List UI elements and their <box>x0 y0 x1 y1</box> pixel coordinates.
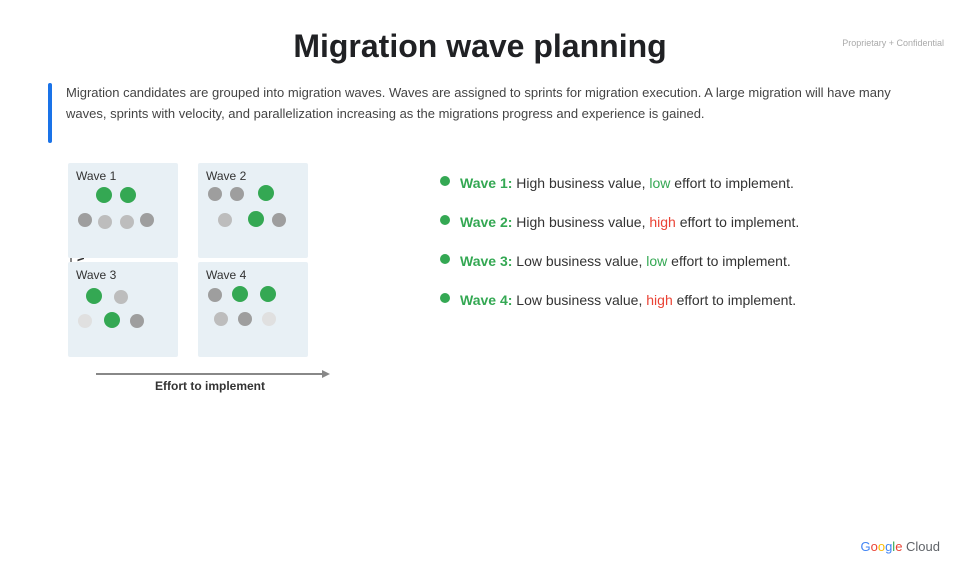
x-axis-arrow <box>322 370 330 378</box>
wave1-desc1: High <box>512 175 549 191</box>
wave1-dots <box>68 185 178 254</box>
dot <box>208 187 222 201</box>
dot <box>262 312 276 326</box>
wave1-desc2: business value, <box>549 175 649 191</box>
quadrant-wave3: Wave 3 <box>68 262 178 357</box>
dot <box>140 213 154 227</box>
wave4-desc3: effort to implement. <box>673 292 796 308</box>
dot <box>208 288 222 302</box>
dot <box>260 286 276 302</box>
wave2-high: high <box>649 214 675 230</box>
wave4-desc2: business value, <box>546 292 646 308</box>
legend: Wave 1: High business value, low effort … <box>440 163 920 329</box>
wave3-desc2: business value, <box>546 253 646 269</box>
main-content: Business value Wave 1 <box>40 163 920 393</box>
wave4-bold: Wave 4: <box>460 292 512 308</box>
dot <box>114 290 128 304</box>
accent-bar <box>48 83 52 143</box>
dot <box>98 215 112 229</box>
legend-item-wave4: Wave 4: Low business value, high effort … <box>440 290 920 311</box>
x-axis-line <box>96 373 324 375</box>
x-axis-line-container <box>96 359 324 375</box>
dot <box>120 187 136 203</box>
dot <box>214 312 228 326</box>
dot <box>238 312 252 326</box>
bullet-wave4 <box>440 293 450 303</box>
dot <box>248 211 264 227</box>
legend-item-wave2: Wave 2: High business value, high effort… <box>440 212 920 233</box>
quadrant-container: Wave 1 W <box>68 163 324 393</box>
wave3-desc1: Low <box>512 253 545 269</box>
dot <box>78 314 92 328</box>
wave3-dots <box>68 284 178 353</box>
wave2-dots <box>198 185 308 254</box>
wave2-desc2: business value, <box>549 214 649 230</box>
dot <box>78 213 92 227</box>
wave4-label: Wave 4 <box>206 268 300 282</box>
wave4-desc1: Low <box>512 292 545 308</box>
dot <box>272 213 286 227</box>
wave1-low: low <box>649 175 670 191</box>
wave4-dots <box>198 284 308 353</box>
dot <box>230 187 244 201</box>
chart-wrapper: Business value Wave 1 <box>40 163 410 393</box>
bullet-wave3 <box>440 254 450 264</box>
quadrant-grid: Wave 1 W <box>68 163 324 357</box>
dot <box>258 185 274 201</box>
dot <box>130 314 144 328</box>
dot <box>218 213 232 227</box>
bullet-wave2 <box>440 215 450 225</box>
page-title: Migration wave planning <box>0 28 960 65</box>
wave1-bold: Wave 1: <box>460 175 512 191</box>
wave2-desc3: effort to implement. <box>676 214 799 230</box>
google-cloud-logo: Google Cloud <box>860 539 940 554</box>
dot <box>120 215 134 229</box>
description-block: Migration candidates are grouped into mi… <box>48 83 912 143</box>
quadrant-wave4: Wave 4 <box>198 262 308 357</box>
legend-text-wave2: Wave 2: High business value, high effort… <box>460 212 799 233</box>
wave1-desc3: effort to implement. <box>670 175 793 191</box>
dot <box>104 312 120 328</box>
legend-text-wave3: Wave 3: Low business value, low effort t… <box>460 251 791 272</box>
proprietary-label: Proprietary + Confidential <box>842 38 944 48</box>
legend-item-wave3: Wave 3: Low business value, low effort t… <box>440 251 920 272</box>
x-axis-container: Effort to implement <box>96 357 324 393</box>
quadrant-wave2: Wave 2 <box>198 163 308 258</box>
wave4-high: high <box>646 292 672 308</box>
wave3-desc3: effort to implement. <box>667 253 790 269</box>
chart-area: Business value Wave 1 <box>40 163 410 393</box>
dot <box>232 286 248 302</box>
legend-text-wave4: Wave 4: Low business value, high effort … <box>460 290 796 311</box>
wave3-label: Wave 3 <box>76 268 170 282</box>
wave2-label: Wave 2 <box>206 169 300 183</box>
bullet-wave1 <box>440 176 450 186</box>
y-axis-wrap: Business value <box>40 163 68 393</box>
x-axis-label: Effort to implement <box>155 379 265 393</box>
wave3-low: low <box>646 253 667 269</box>
wave2-desc1: High <box>512 214 549 230</box>
legend-item-wave1: Wave 1: High business value, low effort … <box>440 173 920 194</box>
quadrant-wave1: Wave 1 <box>68 163 178 258</box>
dot <box>86 288 102 304</box>
wave1-label: Wave 1 <box>76 169 170 183</box>
dot <box>96 187 112 203</box>
legend-text-wave1: Wave 1: High business value, low effort … <box>460 173 794 194</box>
description-text: Migration candidates are grouped into mi… <box>66 83 912 125</box>
wave2-bold: Wave 2: <box>460 214 512 230</box>
wave3-bold: Wave 3: <box>460 253 512 269</box>
